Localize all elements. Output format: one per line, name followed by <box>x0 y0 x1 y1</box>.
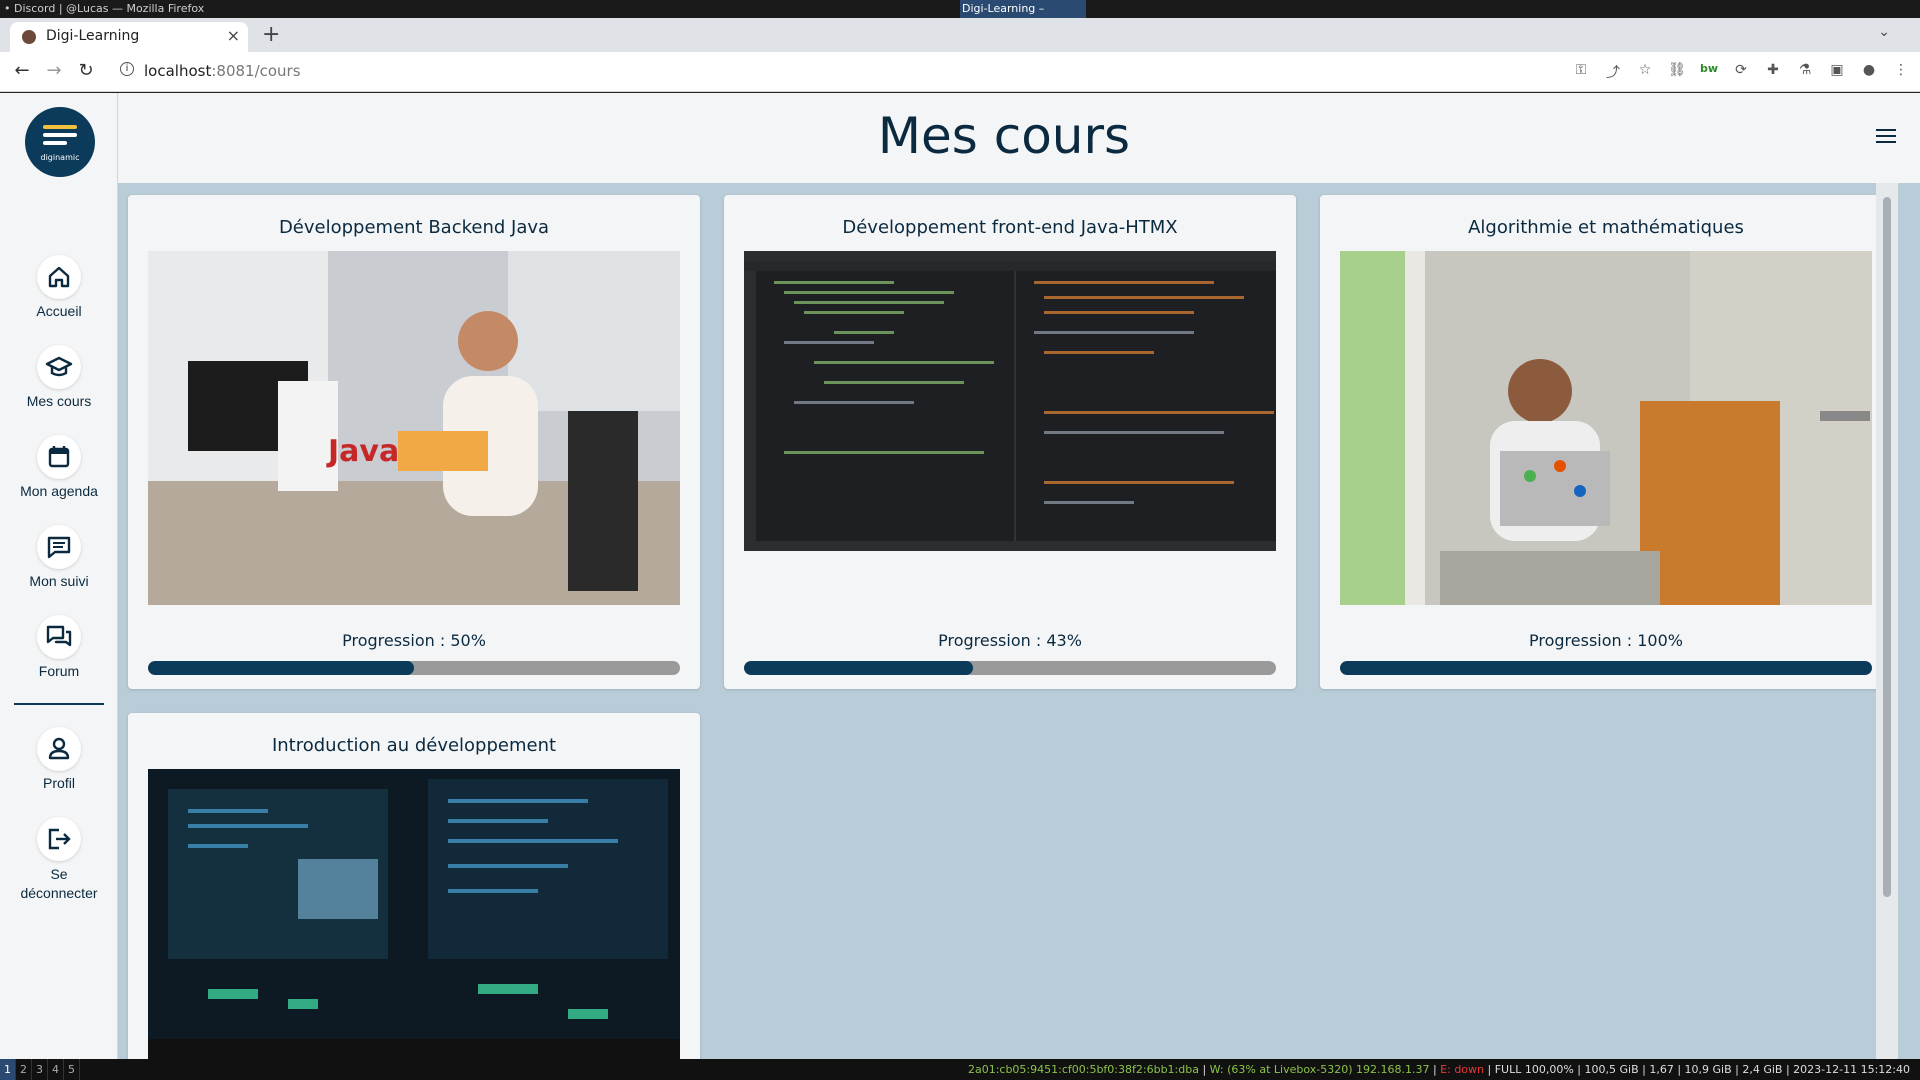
sidebar-item-label: Mes cours <box>26 393 92 409</box>
course-image-monitors <box>148 769 680 1059</box>
scrollbar-thumb[interactable] <box>1883 197 1891 897</box>
extensions-puzzle-icon[interactable]: ✚ <box>1764 62 1782 80</box>
logo-text: diginamic <box>40 153 80 162</box>
wifi-status: W: (63% at Livebox-5320) 192.168.1.37 <box>1209 1063 1430 1076</box>
firefox-window-title[interactable]: • Discord | @Lucas — Mozilla Firefox <box>4 0 204 18</box>
progress-fill <box>1340 661 1872 675</box>
datetime: 2023-12-11 15:12:40 <box>1793 1063 1910 1076</box>
course-title: Introduction au développement <box>271 735 557 756</box>
chromium-window-title[interactable]: Digi-Learning – Chromium <box>960 0 1086 33</box>
tab-title: Digi-Learning <box>46 28 140 44</box>
browser-menu-icon[interactable]: ⋮ <box>1892 62 1910 80</box>
key-icon[interactable]: ⚿ <box>1572 62 1590 80</box>
workspace-1[interactable]: 1 <box>0 1059 16 1080</box>
diginamic-logo[interactable]: diginamic <box>25 107 95 177</box>
logout-icon <box>37 817 81 861</box>
user-icon <box>37 727 81 771</box>
sidebar-item-label: Accueil <box>36 303 82 319</box>
tab-close-icon[interactable]: × <box>227 26 240 45</box>
sidebar-item-label: Profil <box>43 775 75 791</box>
courses-grid: Développement Backend Java Java Progress… <box>118 183 1898 1059</box>
hamburger-menu-icon[interactable] <box>1876 129 1896 147</box>
share-icon[interactable]: ⤴ <box>1604 62 1622 81</box>
app-viewport: diginamic Accueil Mes cours Mon agenda M <box>0 93 1920 1059</box>
progress-label: Progression : 100% <box>1529 631 1683 650</box>
sidebar-item-mon-agenda[interactable]: Mon agenda <box>0 435 118 499</box>
star-icon[interactable]: ☆ <box>1636 62 1654 80</box>
extension-bw-icon[interactable]: bw <box>1700 62 1718 80</box>
battery-status: FULL 100,00% <box>1494 1063 1574 1076</box>
sidebar-item-mon-suivi[interactable]: Mon suivi <box>0 525 118 589</box>
back-arrow-icon[interactable]: ← <box>10 60 34 81</box>
course-title: Développement front-end Java-HTMX <box>842 217 1178 238</box>
course-card[interactable]: Développement Backend Java Java Progress… <box>128 195 700 689</box>
course-card[interactable]: Introduction au développement <box>128 713 700 1059</box>
course-title: Algorithmie et mathématiques <box>1468 217 1744 238</box>
course-card[interactable]: Développement front-end Java-HTMX Progre… <box>724 195 1296 689</box>
progress-bar <box>744 661 1276 675</box>
toolbar-icons: ⚿ ⤴ ☆ ⛓ bw ⟳ ✚ ⚗ ▣ ● ⋮ <box>1572 62 1910 81</box>
profile-avatar-icon[interactable]: ● <box>1860 62 1878 80</box>
sidebar-item-forum[interactable]: Forum <box>0 615 118 679</box>
calendar-icon <box>37 435 81 479</box>
browser-tabstrip: Digi-Learning × + ⌄ <box>0 18 1920 52</box>
new-tab-icon[interactable]: + <box>262 22 280 47</box>
progress-fill <box>744 661 973 675</box>
chat-bubbles-icon <box>37 615 81 659</box>
course-card[interactable]: Algorithmie et mathématiques Progression… <box>1320 195 1892 689</box>
graduation-cap-icon <box>37 345 81 389</box>
memory-usage: 10,9 GiB | 2,4 GiB <box>1684 1063 1783 1076</box>
workspace-4[interactable]: 4 <box>48 1059 64 1080</box>
ethernet-status: E: down <box>1440 1063 1485 1076</box>
reload-icon[interactable]: ↻ <box>74 60 98 81</box>
side-panel-icon[interactable]: ▣ <box>1828 62 1846 80</box>
sidebar-divider <box>14 703 104 705</box>
progress-bar <box>1340 661 1872 675</box>
extension-link-icon[interactable]: ⛓ <box>1668 62 1686 80</box>
browser-tab-digi-learning[interactable]: Digi-Learning × <box>10 22 248 52</box>
i3-status-bar: 12345 2a01:cb05:9451:cf00:5bf0:38f2:6bb1… <box>0 1059 1920 1080</box>
workspace-3[interactable]: 3 <box>32 1059 48 1080</box>
sidebar-item-label: Forum <box>38 663 80 679</box>
url-text[interactable]: localhost:8081/cours <box>144 62 301 80</box>
course-image-java: Java <box>148 251 680 605</box>
site-info-icon[interactable]: i <box>120 62 134 76</box>
course-image-student <box>1340 251 1872 605</box>
system-title-bar: • Discord | @Lucas — Mozilla Firefox Dig… <box>0 0 1920 33</box>
home-icon <box>37 255 81 299</box>
extension-flask-icon[interactable]: ⚗ <box>1796 62 1814 80</box>
sidebar-item-accueil[interactable]: Accueil <box>0 255 118 319</box>
progress-label: Progression : 43% <box>938 631 1082 650</box>
disk-usage: 100,5 GiB <box>1584 1063 1639 1076</box>
load-average: 1,67 <box>1649 1063 1674 1076</box>
course-image-code-editor <box>744 251 1276 551</box>
sidebar: diginamic Accueil Mes cours Mon agenda M <box>0 93 118 1059</box>
ipv6-address: 2a01:cb05:9451:cf00:5bf0:38f2:6bb1:dba <box>967 1063 1199 1076</box>
sidebar-item-mes-cours[interactable]: Mes cours <box>0 345 118 409</box>
sidebar-item-se-deconnecter[interactable]: Se déconnecter <box>0 817 118 903</box>
address-bar[interactable]: i localhost:8081/cours <box>112 58 1532 86</box>
forward-arrow-icon[interactable]: → <box>42 60 66 81</box>
message-square-icon <box>37 525 81 569</box>
course-title: Développement Backend Java <box>278 217 550 238</box>
progress-label: Progression : 50% <box>342 631 486 650</box>
page-title: Mes cours <box>877 107 1131 165</box>
svg-text:Java: Java <box>326 434 399 469</box>
tab-search-chevron-icon[interactable]: ⌄ <box>1878 24 1890 40</box>
page-scrollbar[interactable] <box>1876 183 1898 1059</box>
sidebar-item-label: Se déconnecter <box>20 866 98 901</box>
progress-bar <box>148 661 680 675</box>
workspace-2[interactable]: 2 <box>16 1059 32 1080</box>
workspace-5[interactable]: 5 <box>64 1059 80 1080</box>
extension-sync-icon[interactable]: ⟳ <box>1732 62 1750 80</box>
sidebar-item-profil[interactable]: Profil <box>0 727 118 791</box>
sidebar-item-label: Mon suivi <box>29 573 89 589</box>
progress-fill <box>148 661 414 675</box>
sidebar-item-label: Mon agenda <box>20 483 98 499</box>
favicon-icon <box>22 30 36 44</box>
page-header: Mes cours <box>118 93 1920 183</box>
browser-toolbar: ← → ↻ i localhost:8081/cours ⚿ ⤴ ☆ ⛓ bw … <box>0 52 1920 92</box>
status-info: 2a01:cb05:9451:cf00:5bf0:38f2:6bb1:dba |… <box>967 1063 1910 1076</box>
